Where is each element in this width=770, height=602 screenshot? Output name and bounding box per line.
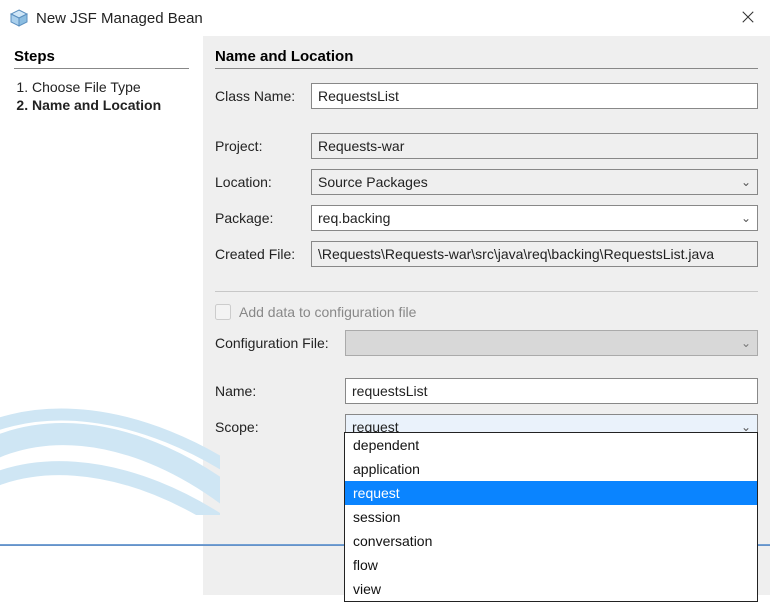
- form-heading: Name and Location: [215, 48, 758, 69]
- project-label: Project:: [215, 138, 311, 154]
- name-input[interactable]: [345, 378, 758, 404]
- wizard-decoration: [0, 385, 220, 515]
- add-config-label: Add data to configuration file: [239, 304, 416, 320]
- separator: [215, 291, 758, 292]
- package-label: Package:: [215, 210, 311, 226]
- step-item: Choose File Type: [32, 79, 189, 95]
- steps-heading: Steps: [14, 48, 189, 69]
- window-title: New JSF Managed Bean: [36, 10, 203, 27]
- chevron-down-icon: ⌄: [741, 336, 751, 350]
- location-value: Source Packages: [318, 174, 428, 190]
- step-item: Name and Location: [32, 97, 189, 113]
- scope-label: Scope:: [215, 419, 345, 435]
- scope-option[interactable]: session: [345, 505, 757, 529]
- classname-input[interactable]: [311, 83, 758, 109]
- steps-list: Choose File Type Name and Location: [14, 79, 189, 113]
- createdfile-label: Created File:: [215, 246, 311, 262]
- package-combo[interactable]: req.backing ⌄: [311, 205, 758, 231]
- project-field: Requests-war: [311, 133, 758, 159]
- cube-icon: [10, 9, 28, 27]
- scope-option[interactable]: application: [345, 457, 757, 481]
- configfile-label: Configuration File:: [215, 335, 345, 351]
- name-label: Name:: [215, 383, 345, 399]
- classname-label: Class Name:: [215, 88, 311, 104]
- scope-option[interactable]: request: [345, 481, 757, 505]
- chevron-down-icon: ⌄: [741, 175, 751, 189]
- scope-option[interactable]: conversation: [345, 529, 757, 553]
- steps-panel: Steps Choose File Type Name and Location: [0, 36, 203, 595]
- location-label: Location:: [215, 174, 311, 190]
- scope-option[interactable]: view: [345, 577, 757, 601]
- scope-option[interactable]: flow: [345, 553, 757, 577]
- configfile-combo: ⌄: [345, 330, 758, 356]
- add-config-checkbox: [215, 304, 231, 320]
- scope-dropdown[interactable]: dependentapplicationrequestsessionconver…: [344, 432, 758, 602]
- chevron-down-icon: ⌄: [741, 211, 751, 225]
- createdfile-field: \Requests\Requests-war\src\java\req\back…: [311, 241, 758, 267]
- scope-option[interactable]: dependent: [345, 433, 757, 457]
- titlebar: New JSF Managed Bean: [0, 0, 770, 36]
- close-icon[interactable]: [736, 6, 760, 30]
- package-value: req.backing: [318, 210, 390, 226]
- location-combo[interactable]: Source Packages ⌄: [311, 169, 758, 195]
